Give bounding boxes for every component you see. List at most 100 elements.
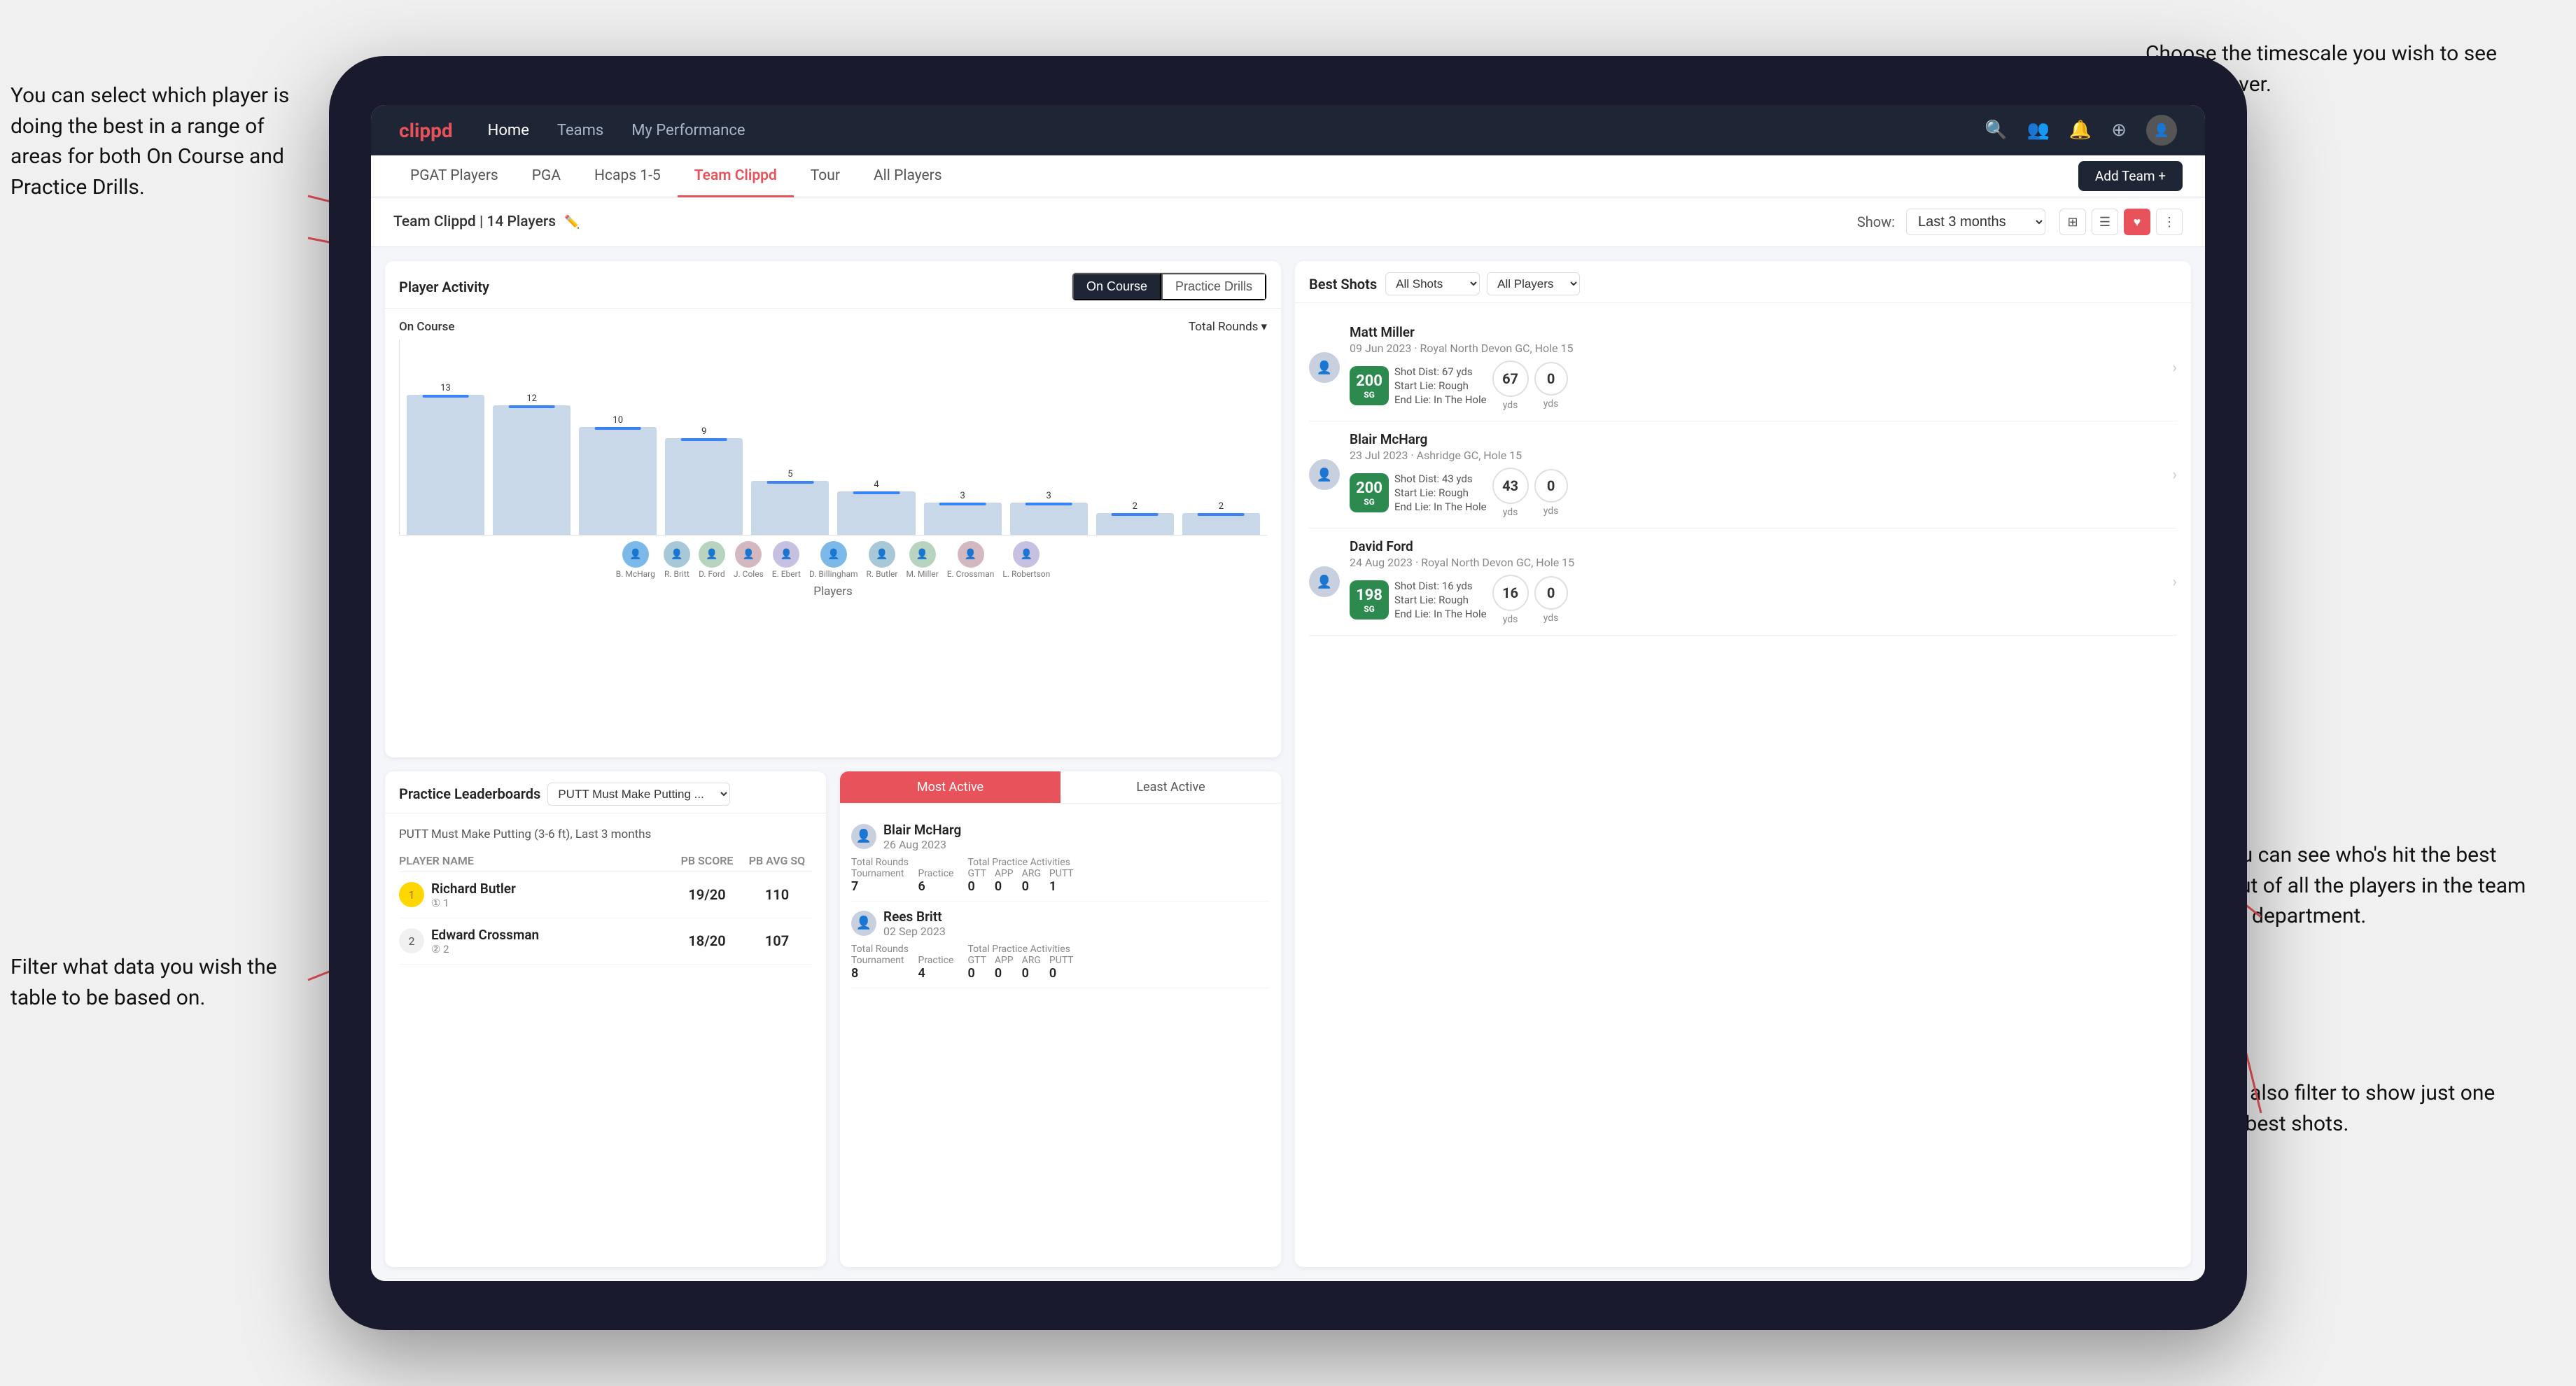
- practice-player-info: Richard Butler ① 1: [431, 881, 672, 909]
- grid-view-icon[interactable]: ⊞: [2059, 209, 2086, 235]
- active-stats-row: Total Rounds Tournament7 Practice6 Total…: [851, 857, 1270, 894]
- tab-pgat-players[interactable]: PGAT Players: [393, 155, 515, 197]
- shots-card-header: Best Shots All Shots Best Shots All Play…: [1295, 261, 2191, 303]
- practice-activities-group: Total Practice Activities GTT0 APP0 ARG0…: [967, 857, 1073, 894]
- nav-link-performance[interactable]: My Performance: [631, 122, 745, 139]
- tab-tour[interactable]: Tour: [794, 155, 857, 197]
- edit-icon[interactable]: ✏️: [564, 215, 580, 230]
- bar-group: 2: [1182, 501, 1260, 535]
- practice-value: 6: [918, 879, 953, 894]
- shots-title: Best Shots: [1309, 276, 1377, 293]
- bar-chart: 13 12 10 9 5 4 3 3: [399, 340, 1267, 536]
- shot-yds-label: yds: [1503, 614, 1518, 625]
- practice-player-info: Edward Crossman ② 2: [431, 927, 672, 955]
- shot-player-avatar: 👤: [1309, 566, 1340, 597]
- practice-activities-group: Total Practice Activities GTT0 APP0 ARG0…: [967, 944, 1073, 981]
- tab-team-clippd[interactable]: Team Clippd: [678, 155, 794, 197]
- most-active-tabs: Most Active Least Active: [840, 771, 1281, 804]
- bar[interactable]: [1010, 503, 1088, 535]
- users-icon[interactable]: 👥: [2026, 120, 2049, 141]
- shot-item[interactable]: 👤 David Ford 24 Aug 2023 · Royal North D…: [1309, 528, 2177, 636]
- bar-name: D. Billingham: [809, 569, 858, 579]
- add-team-button[interactable]: Add Team +: [2078, 161, 2183, 191]
- tab-pga[interactable]: PGA: [515, 155, 578, 197]
- bar-value: 12: [526, 393, 537, 404]
- show-label: Show:: [1857, 214, 1895, 230]
- practice-row[interactable]: 1 Richard Butler ① 1 19/20 110: [399, 872, 812, 918]
- activity-card-content: On Course Total Rounds ▾ 13 12: [385, 309, 1281, 757]
- practice-subtitle: PUTT Must Make Putting (3-6 ft), Last 3 …: [399, 827, 812, 841]
- tab-all-players[interactable]: All Players: [857, 155, 959, 197]
- practice-player-sub: ① 1: [431, 897, 672, 909]
- col-player-name: PLAYER NAME: [399, 854, 672, 867]
- nav-link-teams[interactable]: Teams: [557, 122, 603, 139]
- bar-value: 3: [960, 491, 965, 501]
- total-rounds-label: Total Rounds: [851, 857, 953, 868]
- shot-zero-label: yds: [1544, 612, 1559, 624]
- shot-chevron-icon: ›: [2172, 466, 2177, 484]
- tab-most-active[interactable]: Most Active: [840, 771, 1060, 803]
- active-player-row: 👤 Rees Britt 02 Sep 2023 Total Rounds To…: [851, 902, 1270, 988]
- bar-avatar: 👤: [699, 541, 725, 568]
- chart-x-label: Players: [399, 584, 1267, 598]
- sub-nav: PGAT Players PGA Hcaps 1-5 Team Clippd T…: [371, 155, 2205, 197]
- list-view-icon[interactable]: ☰: [2092, 209, 2118, 235]
- tab-least-active[interactable]: Least Active: [1060, 771, 1281, 803]
- putt-value: 0: [1049, 966, 1074, 981]
- bar-value: 4: [874, 479, 878, 490]
- shots-players-select[interactable]: All Players: [1487, 272, 1580, 295]
- toggle-practice[interactable]: Practice Drills: [1161, 273, 1266, 300]
- shot-meta: 23 Jul 2023 · Ashridge GC, Hole 15: [1350, 449, 2160, 462]
- user-avatar[interactable]: 👤: [2146, 115, 2177, 146]
- search-icon[interactable]: 🔍: [1984, 120, 2007, 141]
- bar[interactable]: [665, 438, 743, 535]
- bar[interactable]: [1096, 513, 1174, 535]
- bar-chart-inner: 13 12 10 9 5 4 3 3: [399, 340, 1267, 536]
- bar-avatar: 👤: [958, 541, 984, 568]
- bar[interactable]: [407, 395, 484, 535]
- bar-avatar: 👤: [735, 541, 762, 568]
- practice-avg-score: 110: [742, 886, 812, 903]
- shot-stats: Shot Dist: 67 yds Start Lie: Rough End L…: [1394, 365, 1487, 406]
- tab-hcaps[interactable]: Hcaps 1-5: [578, 155, 678, 197]
- col-pb-score: PB SCORE: [672, 854, 742, 867]
- bar[interactable]: [579, 427, 657, 535]
- active-player-name: Blair McHarg: [883, 822, 961, 838]
- show-select[interactable]: Last 3 months Last 6 months Last 12 mont…: [1906, 209, 2045, 235]
- shot-item[interactable]: 👤 Blair McHarg 23 Jul 2023 · Ashridge GC…: [1309, 421, 2177, 528]
- bar[interactable]: [1182, 513, 1260, 535]
- shots-card-content: 👤 Matt Miller 09 Jun 2023 · Royal North …: [1295, 303, 2191, 1267]
- shots-filter-select[interactable]: All Shots Best Shots: [1385, 272, 1480, 295]
- plus-circle-icon[interactable]: ⊕: [2111, 120, 2127, 141]
- chart-dropdown[interactable]: Total Rounds ▾: [1189, 320, 1267, 334]
- arg-label: ARG: [1022, 955, 1041, 966]
- bar[interactable]: [493, 405, 570, 535]
- nav-link-home[interactable]: Home: [488, 122, 529, 139]
- bar[interactable]: [924, 503, 1002, 535]
- bar-group: 10: [579, 415, 657, 535]
- tournament-value: 7: [851, 879, 904, 894]
- bar-name: R. Britt: [664, 569, 690, 579]
- practice-dropdown[interactable]: PUTT Must Make Putting ...: [547, 783, 730, 806]
- tablet-screen: clippd Home Teams My Performance 🔍 👥 🔔 ⊕…: [371, 105, 2205, 1281]
- putt-label: PUTT: [1049, 955, 1074, 966]
- bar[interactable]: [751, 481, 829, 535]
- player-activity-card: Player Activity On Course Practice Drill…: [385, 261, 1281, 757]
- settings-view-icon[interactable]: ⋮: [2156, 209, 2183, 235]
- bar-value: 2: [1219, 501, 1224, 512]
- bar-value: 5: [788, 469, 792, 479]
- total-rounds-label: Total Rounds: [851, 944, 953, 955]
- toggle-on-course[interactable]: On Course: [1072, 273, 1161, 300]
- bell-icon[interactable]: 🔔: [2069, 120, 2092, 141]
- bar[interactable]: [837, 491, 915, 535]
- active-player-avatar: 👤: [851, 824, 876, 849]
- practice-title: Practice Leaderboards: [399, 785, 540, 802]
- shot-details: 200 SG Shot Dist: 67 yds Start Lie: Roug…: [1350, 360, 2160, 411]
- shot-player-info: David Ford 24 Aug 2023 · Royal North Dev…: [1350, 538, 2160, 625]
- practice-row[interactable]: 2 Edward Crossman ② 2 18/20 107: [399, 918, 812, 965]
- card-view-icon[interactable]: ♥: [2124, 209, 2150, 235]
- gtt-label: GTT: [967, 955, 986, 966]
- shot-item[interactable]: 👤 Matt Miller 09 Jun 2023 · Royal North …: [1309, 314, 2177, 421]
- practice-player-name: Richard Butler: [431, 881, 672, 897]
- bar-group: 5: [751, 469, 829, 535]
